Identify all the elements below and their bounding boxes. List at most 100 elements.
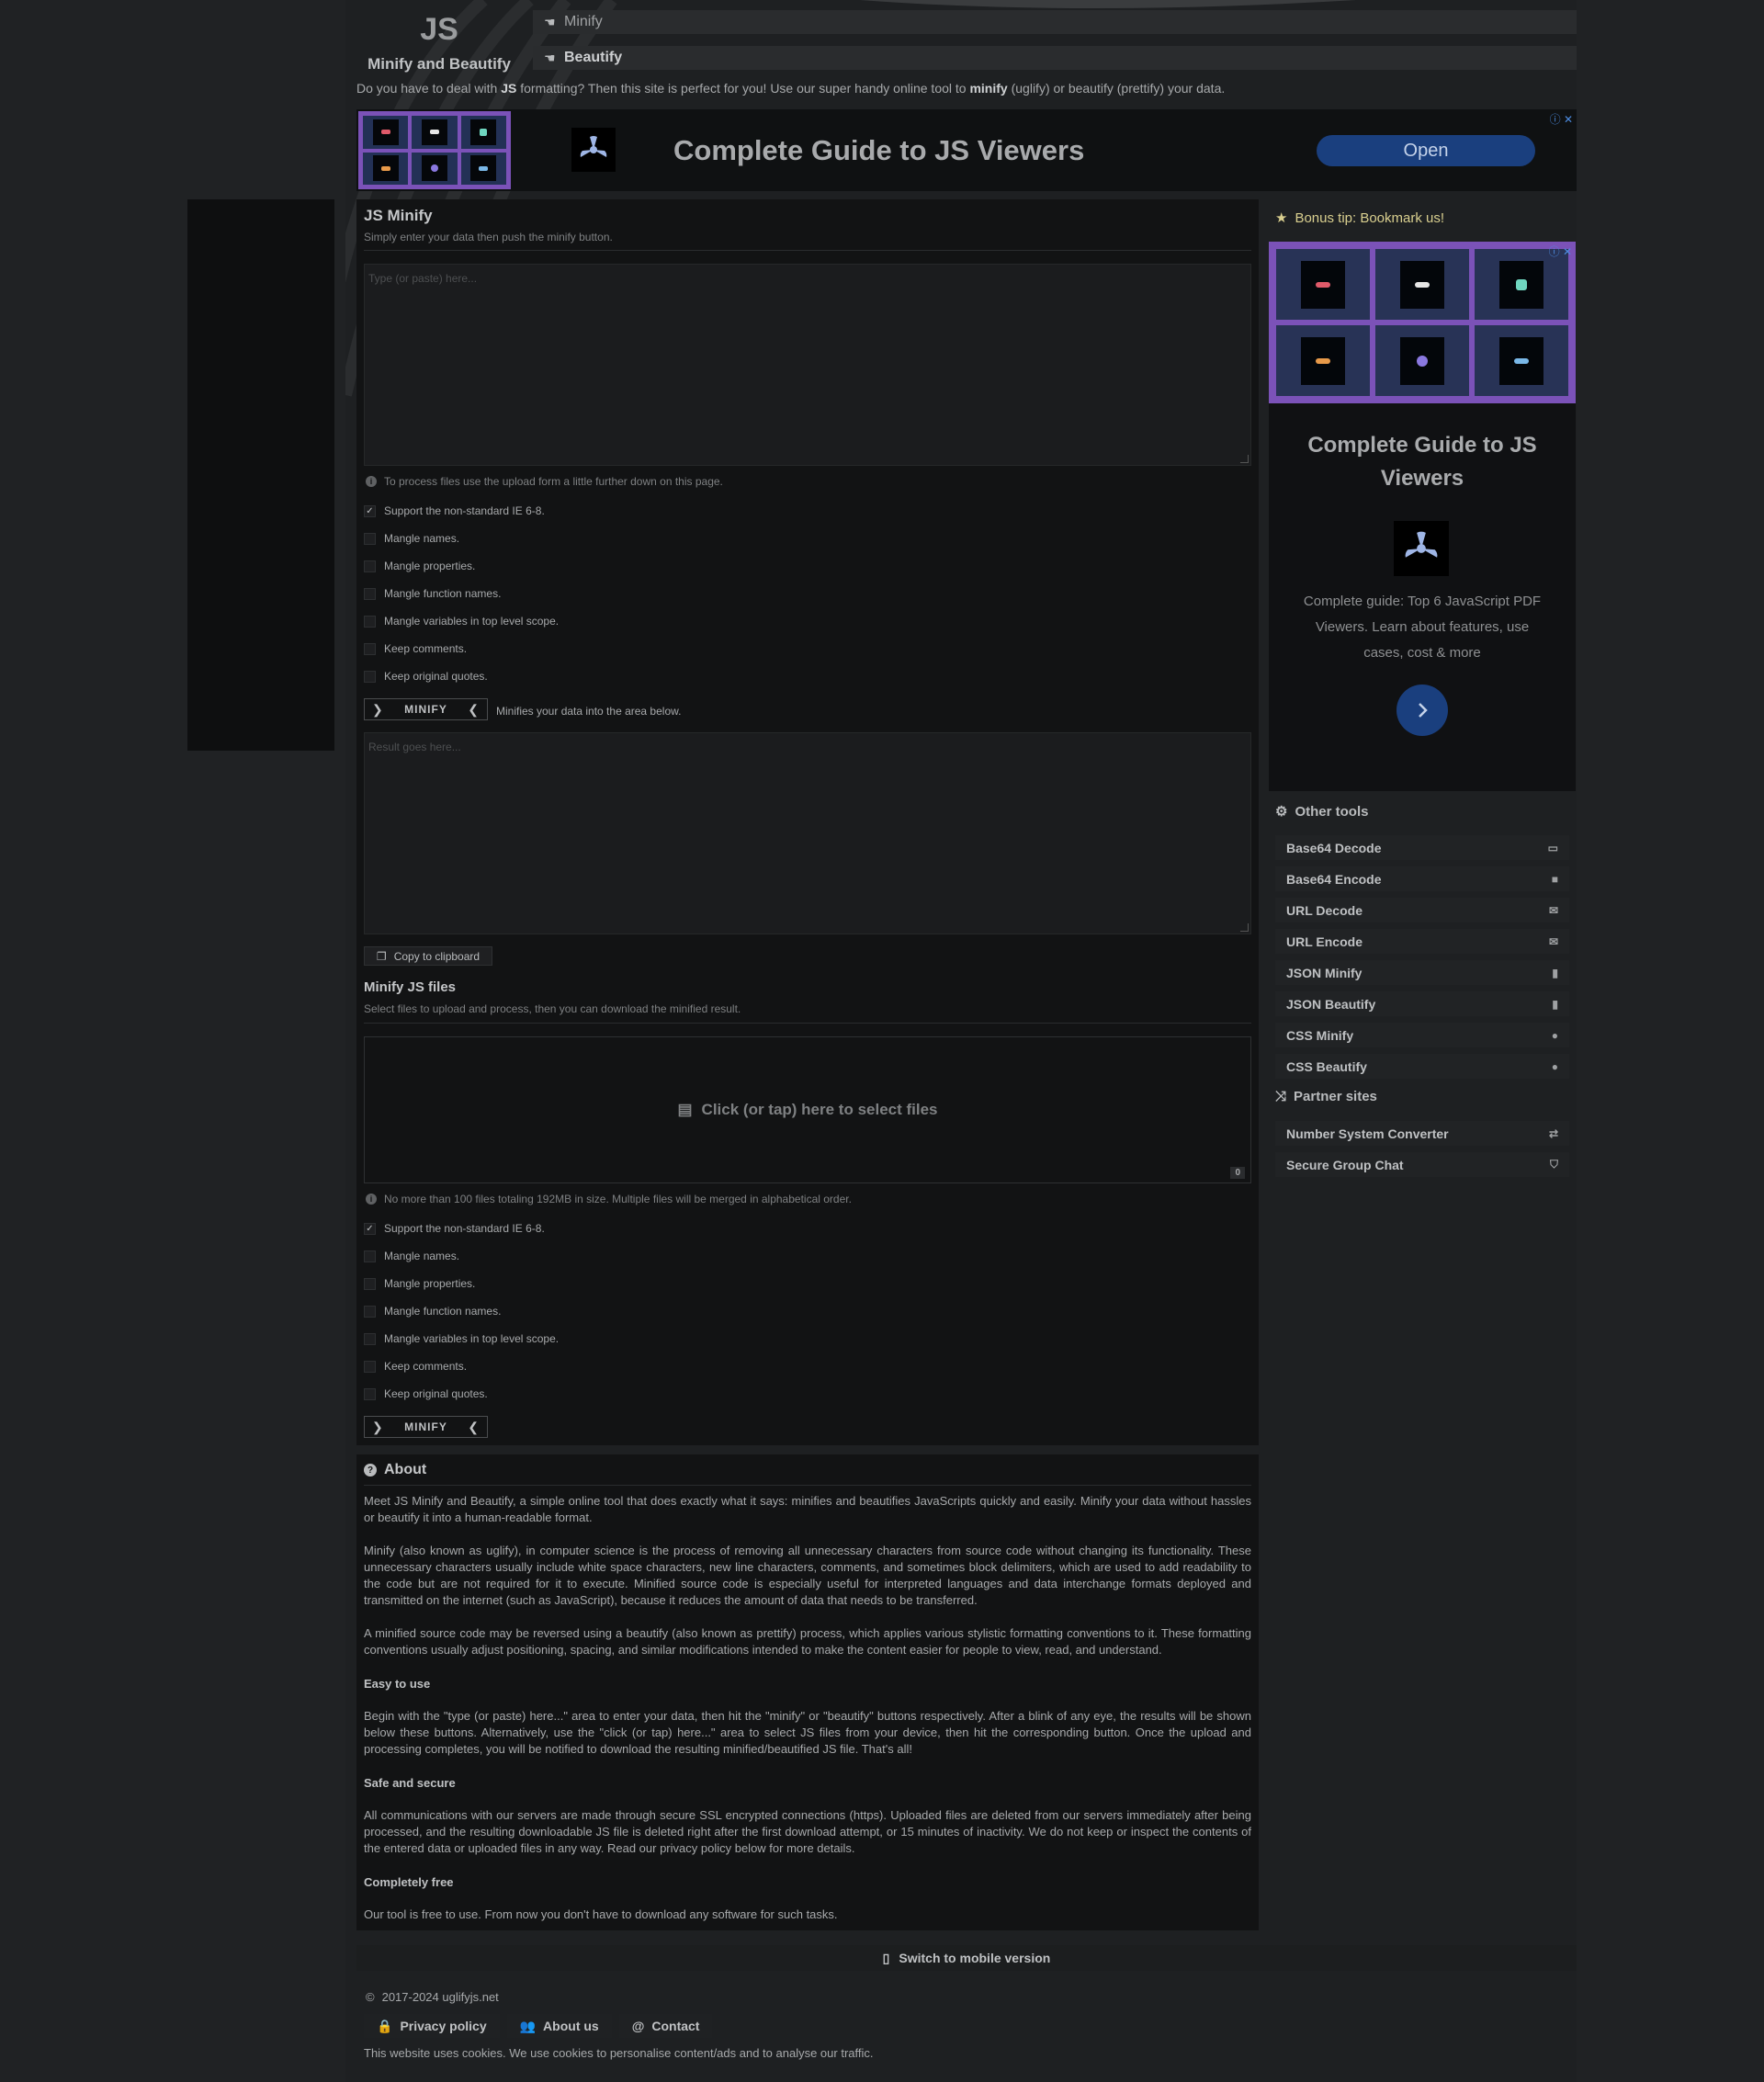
result-textarea[interactable]: Result goes here... [364,732,1251,934]
files-minify-button[interactable]: ❯ MINIFY ❮ [364,1416,488,1438]
file-option-mangle-function-names[interactable]: Mangle function names. [364,1305,501,1318]
sidebar-ad[interactable]: ⓘ ✕ Complete Guide to JS Viewers Complet… [1269,242,1576,791]
propeller-logo-icon [571,128,616,172]
link-label: Contact [651,2019,700,2033]
checkbox[interactable] [364,1387,376,1400]
sidebar-ad-image [1269,242,1576,403]
checkbox[interactable] [364,615,376,628]
checkbox[interactable] [364,642,376,655]
partner-label: Number System Converter [1286,1126,1449,1141]
option-mangle-properties[interactable]: Mangle properties. [364,560,475,572]
file-option-keep-comments[interactable]: Keep comments. [364,1360,467,1373]
info-icon: i [366,476,377,487]
checkbox[interactable] [364,532,376,545]
option-label: Mangle variables in top level scope. [384,615,560,628]
minify-button-label: MINIFY [404,1420,447,1433]
divider [364,1485,1251,1486]
checkbox[interactable] [364,587,376,600]
copyright: © 2017-2024 uglifyjs.net [366,1990,499,2004]
copyright-text: 2017-2024 uglifyjs.net [381,1990,499,2004]
option-label: Mangle names. [384,532,460,545]
about-paragraph: Our tool is free to use. From now you do… [364,1907,838,1921]
checkbox[interactable] [364,560,376,572]
tool-json-minify[interactable]: JSON Minify ▮ [1275,960,1569,985]
checkbox[interactable] [364,670,376,683]
about-paragraph: A minified source code may be reversed u… [364,1626,1251,1657]
checkbox[interactable] [364,1305,376,1318]
nav-beautify[interactable]: ☚ Beautify [533,46,1577,70]
checkbox-checked[interactable]: ✓ [364,504,376,517]
copyright-icon: © [366,1990,375,2004]
option-keep-quotes[interactable]: Keep original quotes. [364,670,488,683]
envelope-icon: ✉ [1548,934,1558,948]
nav-minify-label: Minify [564,14,603,29]
privacy-policy-link[interactable]: 🔒 Privacy policy [364,2014,500,2038]
option-mangle-toplevel[interactable]: Mangle variables in top level scope. [364,615,559,628]
file-option-keep-quotes[interactable]: Keep original quotes. [364,1387,488,1400]
gear-icon: ⚙ [1275,804,1288,820]
tool-url-encode[interactable]: URL Encode ✉ [1275,929,1569,954]
partner-label: Secure Group Chat [1286,1157,1404,1172]
clipboard-icon: ❐ [376,949,387,963]
option-ie8[interactable]: ✓ Support the non-standard IE 6-8. [364,504,545,517]
option-label: Mangle properties. [384,1277,476,1290]
option-keep-comments[interactable]: Keep comments. [364,642,467,655]
checkbox[interactable] [364,1250,376,1262]
banner-ad[interactable]: Complete Guide to JS Viewers Open ⓘ ✕ [356,109,1577,191]
copy-label: Copy to clipboard [393,949,481,963]
option-label: Mangle names. [384,1250,460,1262]
tool-label: CSS Beautify [1286,1058,1367,1074]
about-subheading: Completely free [364,1875,454,1889]
checkbox[interactable] [364,1277,376,1290]
bonus-tip: ★ Bonus tip: Bookmark us! [1275,209,1444,227]
hand-icon: ☚ [544,15,556,29]
option-mangle-names[interactable]: Mangle names. [364,532,459,545]
tool-json-beautify[interactable]: JSON Beautify ▮ [1275,991,1569,1016]
tool-url-decode[interactable]: URL Decode ✉ [1275,898,1569,922]
left-ad-slot [187,199,334,751]
other-tools-heading: ⚙ Other tools [1275,803,1368,820]
switch-to-mobile-button[interactable]: ▯ Switch to mobile version [356,1945,1577,1971]
tool-css-beautify[interactable]: CSS Beautify ● [1275,1054,1569,1079]
checkbox-checked[interactable]: ✓ [364,1222,376,1235]
site-logo[interactable]: JS Minify and Beautify [356,9,522,74]
file-option-mangle-names[interactable]: Mangle names. [364,1250,459,1262]
banner-ad-open-button[interactable]: Open [1317,135,1535,166]
nav-minify[interactable]: ☚ Minify [533,10,1577,34]
exchange-icon: ⇄ [1548,1126,1558,1140]
limit-hint: i No more than 100 files totaling 192MB … [366,1193,852,1205]
about-title: About [384,1462,427,1477]
file-option-ie8[interactable]: ✓ Support the non-standard IE 6-8. [364,1222,545,1235]
checkbox[interactable] [364,1360,376,1373]
ad-choices-icon[interactable]: ⓘ ✕ [1549,243,1572,259]
input-textarea[interactable]: Type (or paste) here... [364,264,1251,466]
tool-label: CSS Minify [1286,1027,1354,1043]
contact-link[interactable]: @ Contact [618,2014,713,2038]
resize-handle[interactable] [1240,923,1249,932]
about-subheading: Easy to use [364,1677,431,1691]
file-option-mangle-properties[interactable]: Mangle properties. [364,1277,475,1290]
tool-label: Base64 Encode [1286,871,1382,887]
star-icon: ★ [1275,210,1288,226]
file-drop-zone[interactable]: ▤ Click (or tap) here to select files 0 [364,1036,1251,1183]
sidebar-ad-description: Complete guide: Top 6 JavaScript PDF Vie… [1303,594,1542,661]
partner-number-system-converter[interactable]: Number System Converter ⇄ [1275,1121,1569,1146]
file-icon: ▤ [677,1101,693,1118]
sidebar-ad-go-button[interactable] [1396,685,1448,736]
tool-base64-encode[interactable]: Base64 Encode ■ [1275,866,1569,891]
file-option-mangle-toplevel[interactable]: Mangle variables in top level scope. [364,1332,559,1345]
ad-choices-icon[interactable]: ⓘ ✕ [1550,111,1573,127]
option-mangle-function-names[interactable]: Mangle function names. [364,587,501,600]
checkbox[interactable] [364,1332,376,1345]
resize-handle[interactable] [1240,455,1249,463]
partner-secure-group-chat[interactable]: Secure Group Chat ⛉ [1275,1152,1569,1177]
about-section: ? About Meet JS Minify and Beautify, a s… [356,1454,1259,1930]
tool-css-minify[interactable]: CSS Minify ● [1275,1023,1569,1047]
tool-base64-decode[interactable]: Base64 Decode ▭ [1275,835,1569,860]
minify-button[interactable]: ❯ MINIFY ❮ [364,698,488,720]
drop-label: Click (or tap) here to select files [701,1101,938,1118]
copy-to-clipboard-button[interactable]: ❐ Copy to clipboard [364,946,492,966]
tool-label: Base64 Decode [1286,840,1382,855]
upload-hint: i To process files use the upload form a… [366,475,723,488]
about-us-link[interactable]: 👥 About us [506,2014,612,2038]
